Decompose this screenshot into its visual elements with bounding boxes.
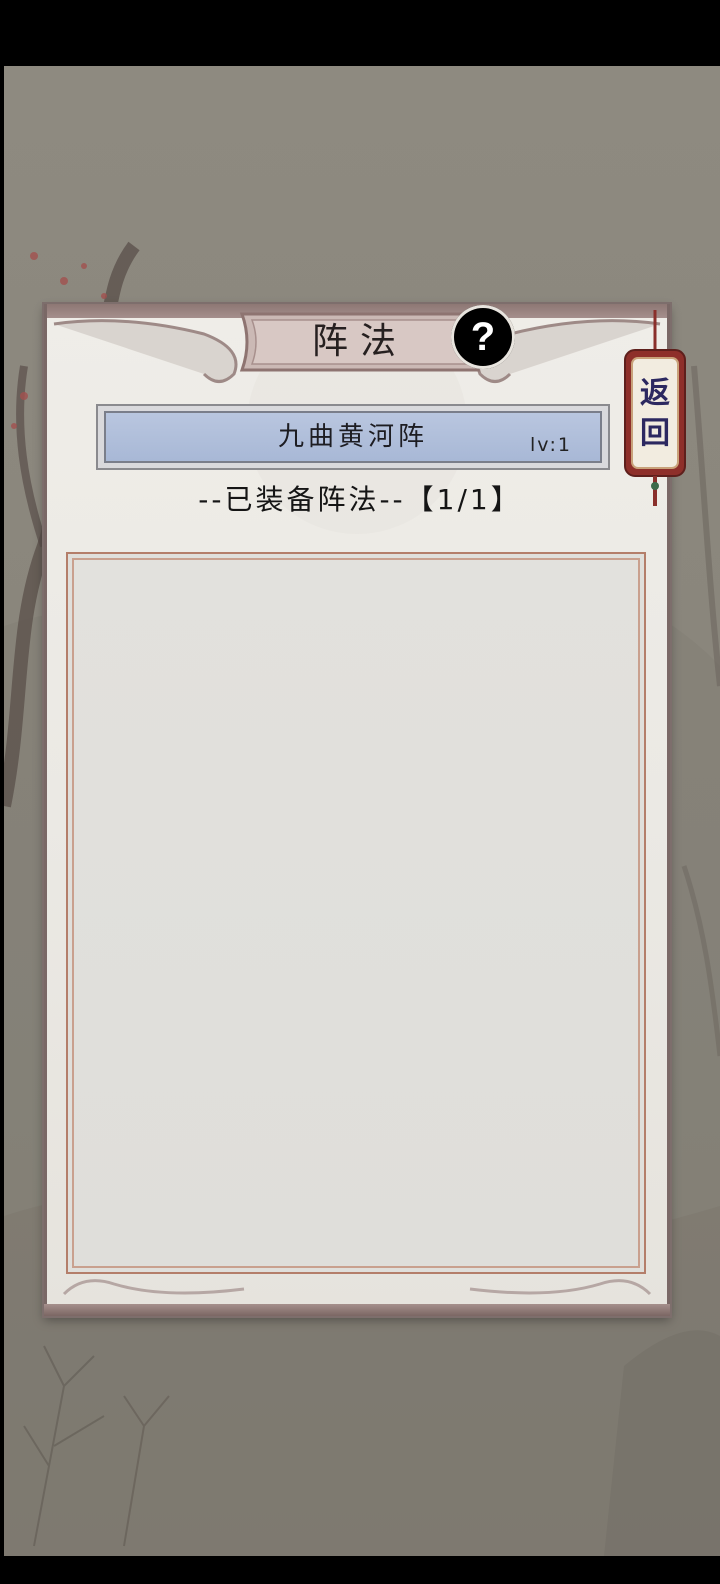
formation-level: lv:1 — [530, 434, 572, 456]
page-title: 阵法 — [311, 321, 408, 362]
equipped-count-label: --已装备阵法--【1/1】 — [198, 483, 522, 516]
game-screen: 阵法 ? 返回 九曲黄河阵 lv:1 --已装备阵法--【1/1】 — [0, 0, 720, 1584]
question-mark-icon: ? — [470, 315, 496, 359]
formation-list-area[interactable] — [66, 552, 646, 1274]
back-button-label: 返回 — [640, 376, 670, 451]
formation-list-inner — [72, 558, 640, 1268]
help-button[interactable]: ? — [451, 305, 515, 369]
